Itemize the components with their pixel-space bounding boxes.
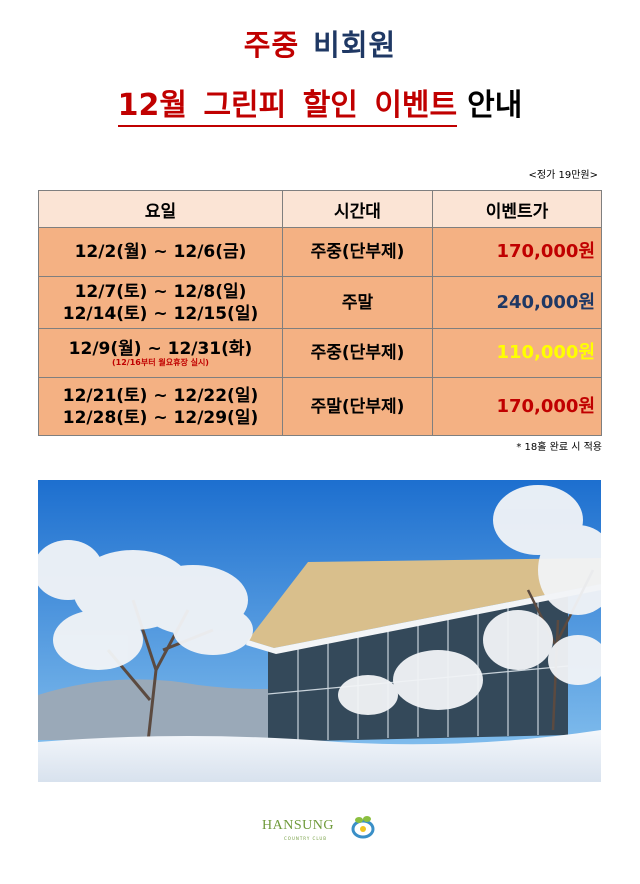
table-row: 12/21(토) ~ 12/22(일) 12/28(토) ~ 12/29(일) … <box>38 377 602 436</box>
day-cell: 12/7(토) ~ 12/8(일) 12/14(토) ~ 12/15(일) <box>38 276 283 329</box>
day-cell: 12/9(월) ~ 12/31(화) (12/16부터 월요휴장 실시) <box>38 328 283 378</box>
time-cell: 주중(단부제) <box>282 227 433 277</box>
price-cell: 170,000원 <box>432 227 602 277</box>
table-row: 12/2(월) ~ 12/6(금) 주중(단부제) 170,000원 <box>38 227 602 277</box>
day-cell: 12/21(토) ~ 12/22(일) 12/28(토) ~ 12/29(일) <box>38 377 283 436</box>
logo-emblem-icon <box>351 816 375 839</box>
event-price-table: 요일 시간대 이벤트가 12/2(월) ~ 12/6(금) 주중(단부제) 17… <box>38 190 602 436</box>
event-title: 12월 그린피 할인 이벤트 안내 <box>0 80 640 127</box>
day-range: 12/9(월) ~ 12/31(화) <box>68 339 253 359</box>
day-range: 12/2(월) ~ 12/6(금) <box>74 242 247 262</box>
table-header-row: 요일 시간대 이벤트가 <box>38 190 602 228</box>
time-cell: 주말 <box>282 276 433 329</box>
monday-closure-note: (12/16부터 월요휴장 실시) <box>112 358 209 367</box>
completion-note: * 18홀 완료 시 적용 <box>516 442 602 453</box>
header-day: 요일 <box>38 190 283 228</box>
event-title-tail: 안내 <box>467 88 523 123</box>
day-range: 12/28(토) ~ 12/29(일) <box>62 407 259 428</box>
header-time: 시간대 <box>282 190 433 228</box>
logo-subtitle: COUNTRY CLUB <box>284 836 328 841</box>
clubhouse-photo <box>38 480 601 782</box>
day-cell: 12/2(월) ~ 12/6(금) <box>38 227 283 277</box>
table-row: 12/9(월) ~ 12/31(화) (12/16부터 월요휴장 실시) 주중(… <box>38 328 602 378</box>
event-title-highlight: 12월 그린피 할인 이벤트 <box>117 88 458 127</box>
hansung-logo: HANSUNG COUNTRY CLUB <box>262 812 382 852</box>
time-cell: 주중(단부제) <box>282 328 433 378</box>
header-price: 이벤트가 <box>432 190 602 228</box>
table-row: 12/7(토) ~ 12/8(일) 12/14(토) ~ 12/15(일) 주말… <box>38 276 602 329</box>
title-weekday: 주중 <box>243 28 300 62</box>
day-range: 12/14(토) ~ 12/15(일) <box>62 303 259 324</box>
time-cell: 주말(단부제) <box>282 377 433 436</box>
title-nonmember: 비회원 <box>313 28 397 62</box>
page-title: 주중 비회원 <box>0 22 640 64</box>
price-cell: 170,000원 <box>432 377 602 436</box>
price-cell: 110,000원 <box>432 328 602 378</box>
day-range: 12/7(토) ~ 12/8(일) <box>74 281 247 302</box>
price-cell: 240,000원 <box>432 276 602 329</box>
day-range: 12/21(토) ~ 12/22(일) <box>62 385 259 406</box>
logo-brand: HANSUNG <box>262 818 334 833</box>
regular-price-note: <정가 19만원> <box>528 170 598 181</box>
